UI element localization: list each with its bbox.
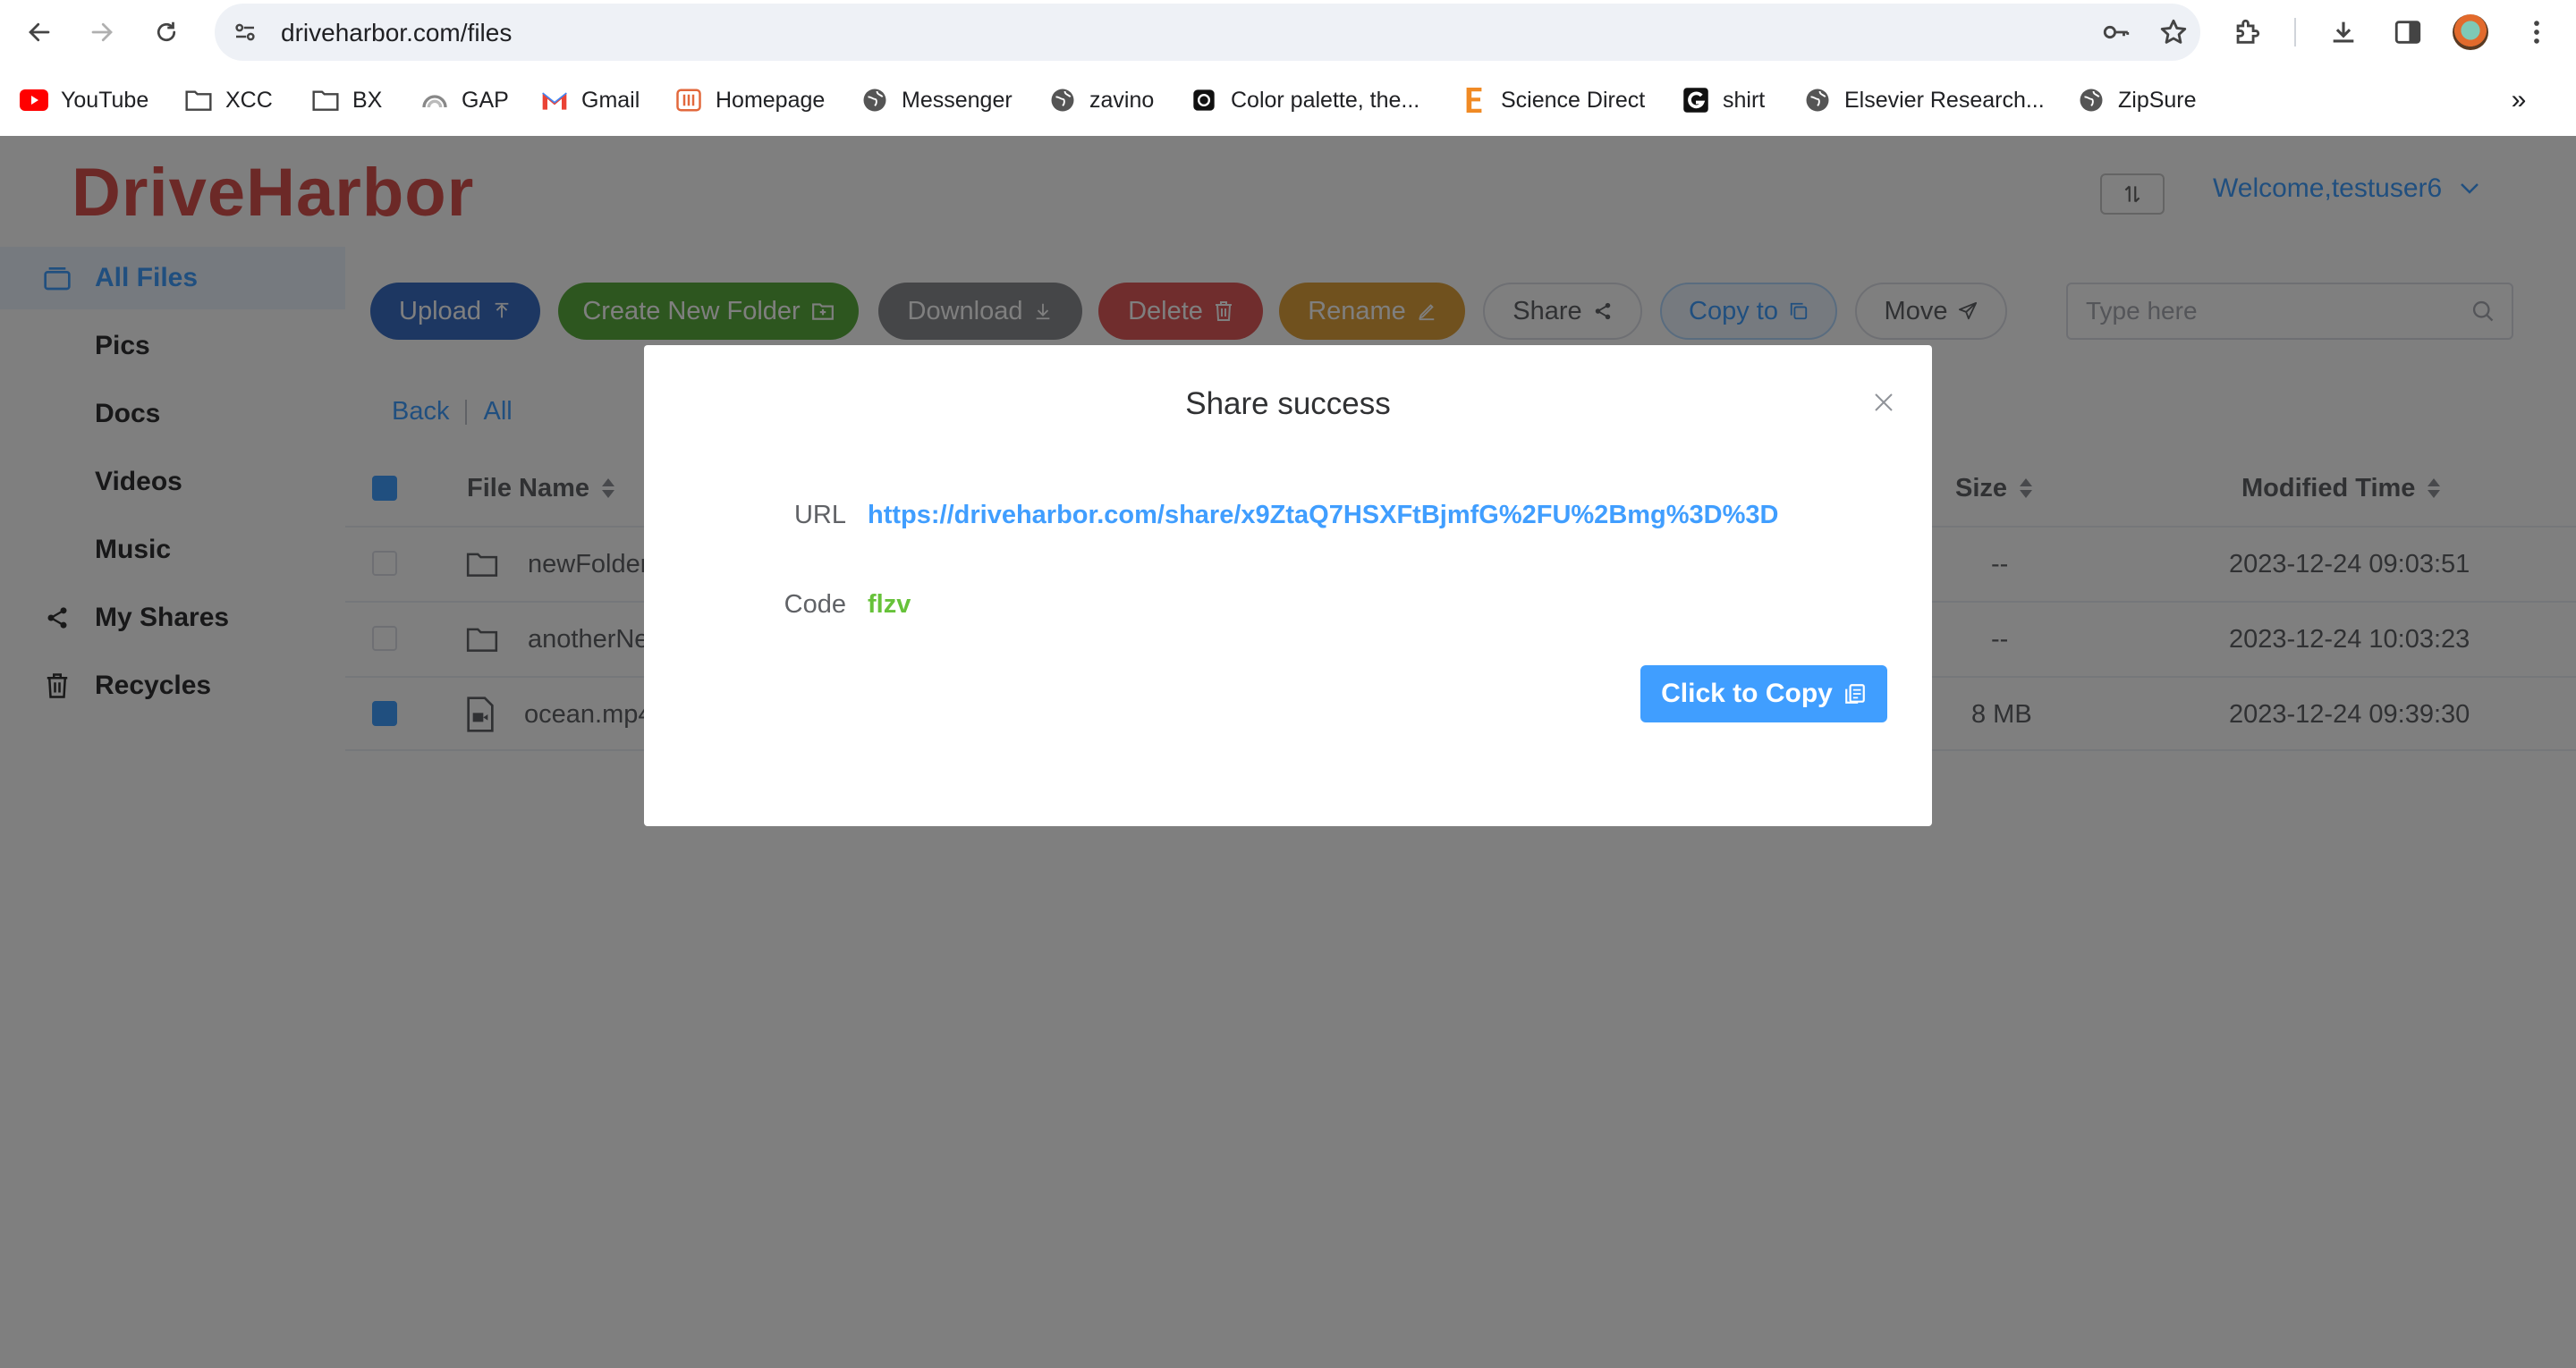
bookmark-zavino[interactable]: zavino [1048,84,1154,116]
click-to-copy-button[interactable]: Click to Copy [1640,665,1887,722]
palette-icon [1190,86,1218,114]
forward-arrow-icon[interactable] [84,14,120,50]
bookmark-bx[interactable]: BX [311,84,382,116]
bookmark-xcc[interactable]: XCC [184,84,273,116]
gap-icon [420,86,449,114]
reload-icon[interactable] [148,14,184,50]
bookmark-label: Science Direct [1501,87,1646,113]
bookmark-label: ZipSure [2118,87,2197,113]
bookmark-label: XCC [225,87,273,113]
bookmark-zipsure[interactable]: ZipSure [2077,84,2197,116]
youtube-icon [20,86,48,114]
share-code: flzv [868,590,911,619]
bookmark-youtube[interactable]: YouTube [20,84,148,116]
globe-icon [860,86,889,114]
bookmark-label: Color palette, the... [1231,87,1420,113]
elsevier-icon [1460,86,1488,114]
bookmarks-bar: YouTube XCC BX GAP Gmail Homepage Messen… [0,64,2576,136]
bookmark-label: YouTube [61,87,149,113]
bookmark-label: Elsevier Research... [1844,87,2045,113]
address-bar[interactable]: driveharbor.com/files [215,4,2200,61]
gmail-icon [540,86,569,114]
site-settings-icon[interactable] [229,16,261,48]
bookmark-star-icon[interactable] [2157,16,2190,48]
bookmark-label: Messenger [902,87,1013,113]
password-key-icon[interactable] [2100,16,2132,48]
shirt-g-icon [1682,86,1710,114]
dialog-title: Share success [1185,386,1391,421]
close-icon[interactable] [1869,388,1898,417]
bookmark-messenger[interactable]: Messenger [860,84,1013,116]
copy-icon [1843,682,1867,705]
bookmark-homepage[interactable]: Homepage [674,84,825,116]
more-bookmarks-icon[interactable]: » [2503,84,2535,116]
back-arrow-icon[interactable] [21,14,57,50]
browser-menu-icon[interactable] [2519,14,2555,50]
bookmark-color-palette[interactable]: Color palette, the... [1190,84,1419,116]
copy-button-label: Click to Copy [1661,679,1833,708]
url-label: URL [793,501,846,529]
bookmark-label: Homepage [716,87,826,113]
address-url[interactable]: driveharbor.com/files [281,19,512,47]
code-label: Code [784,590,846,619]
bookmark-label: zavino [1089,87,1155,113]
downloads-icon[interactable] [2326,14,2361,50]
bookmark-gap[interactable]: GAP [420,84,509,116]
homepage-icon [674,86,703,114]
share-success-dialog: Share success URL https://driveharbor.co… [644,345,1932,826]
folder-icon [311,86,340,114]
toolbar-divider [2294,18,2296,46]
browser-toolbar: driveharbor.com/files [0,0,2576,64]
bookmark-label: shirt [1723,87,1766,113]
side-panel-icon[interactable] [2390,14,2426,50]
globe-icon [1048,86,1077,114]
extensions-icon[interactable] [2229,14,2265,50]
bookmark-label: BX [352,87,383,113]
folder-icon [184,86,213,114]
bookmark-shirt[interactable]: shirt [1682,84,1765,116]
bookmark-label: GAP [462,87,509,113]
globe-icon [1803,86,1832,114]
bookmark-elsevier-research[interactable]: Elsevier Research... [1803,84,2045,116]
bookmark-gmail[interactable]: Gmail [540,84,640,116]
profile-avatar[interactable] [2453,14,2488,50]
share-url[interactable]: https://driveharbor.com/share/x9ZtaQ7HSX… [868,501,1778,530]
bookmark-science-direct[interactable]: Science Direct [1460,84,1645,116]
globe-icon [2077,86,2106,114]
bookmark-label: Gmail [581,87,640,113]
